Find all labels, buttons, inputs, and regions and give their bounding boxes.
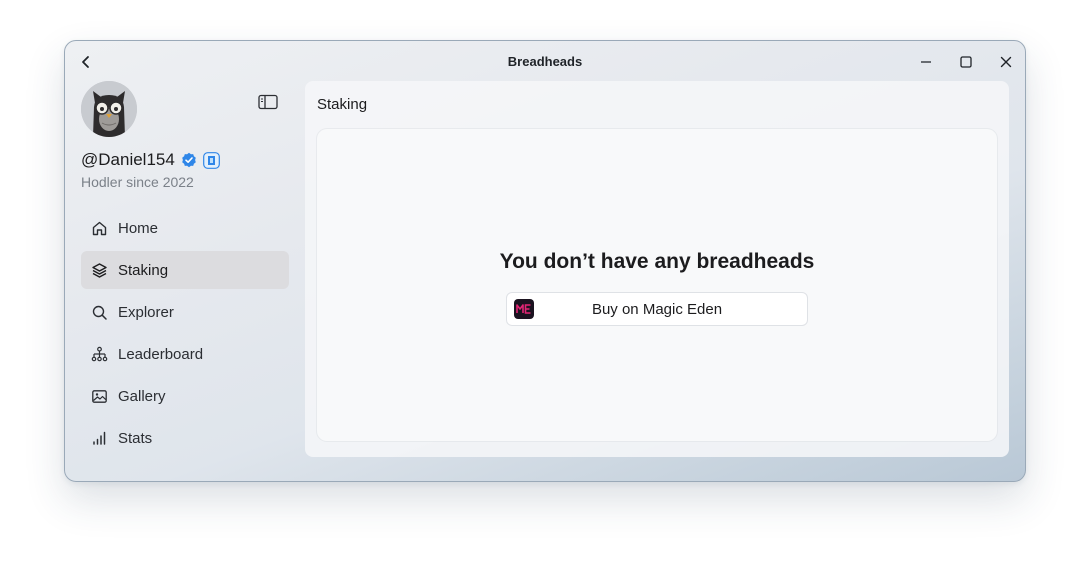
sidebar-item-label: Staking — [118, 261, 169, 279]
maximize-icon — [960, 56, 972, 68]
minimize-button[interactable] — [915, 51, 937, 73]
main-content: Staking You don’t have any breadheads Bu… — [305, 81, 1009, 457]
avatar[interactable] — [81, 81, 137, 137]
sidebar-item-stats[interactable]: Stats — [81, 419, 289, 457]
magic-eden-logo-icon — [514, 299, 534, 319]
window-title: Breadheads — [507, 54, 583, 69]
sidebar: @Daniel154 Hodler since 2022 Home Stakin… — [81, 81, 291, 481]
search-icon — [91, 304, 108, 321]
layers-icon — [91, 262, 108, 279]
sidebar-item-label: Home — [118, 219, 159, 237]
buy-button-label: Buy on Magic Eden — [591, 300, 723, 318]
sidebar-item-label: Stats — [118, 429, 153, 447]
sidebar-item-leaderboard[interactable]: Leaderboard — [81, 335, 289, 373]
bar-chart-icon — [91, 430, 108, 447]
sidebar-item-home[interactable]: Home — [81, 209, 289, 247]
sidebar-item-label: Explorer — [118, 303, 174, 321]
hodler-badge-icon — [202, 151, 220, 169]
hierarchy-icon — [91, 346, 108, 363]
sidebar-toggle-button[interactable] — [257, 93, 279, 111]
sidebar-panel-icon — [258, 94, 278, 110]
close-button[interactable] — [995, 51, 1017, 73]
username-row: @Daniel154 — [81, 149, 220, 171]
staking-card: You don’t have any breadheads Buy on Mag… — [317, 129, 997, 441]
sidebar-item-explorer[interactable]: Explorer — [81, 293, 289, 331]
buy-on-magic-eden-button[interactable]: Buy on Magic Eden — [506, 292, 808, 326]
sidebar-item-staking[interactable]: Staking — [81, 251, 289, 289]
title-bar: Breadheads — [65, 41, 1025, 81]
owl-avatar-icon — [81, 81, 137, 137]
sidebar-nav: Home Staking Explorer Leaderboard Galler… — [81, 209, 289, 461]
sidebar-item-label: Gallery — [118, 387, 166, 405]
sidebar-item-label: Leaderboard — [118, 345, 204, 363]
image-icon — [91, 388, 108, 405]
sidebar-item-gallery[interactable]: Gallery — [81, 377, 289, 415]
close-icon — [1000, 56, 1012, 68]
verified-badge-icon — [182, 152, 196, 168]
page-title: Staking — [317, 96, 368, 113]
username: @Daniel154 — [81, 150, 175, 169]
maximize-button[interactable] — [955, 51, 977, 73]
app-window: Breadheads @Daniel154 Hodler since 2022 … — [64, 40, 1026, 482]
minimize-icon — [921, 61, 931, 63]
home-icon — [91, 220, 108, 237]
empty-state-message: You don’t have any breadheads — [499, 250, 815, 273]
hodler-since-text: Hodler since 2022 — [81, 174, 194, 190]
